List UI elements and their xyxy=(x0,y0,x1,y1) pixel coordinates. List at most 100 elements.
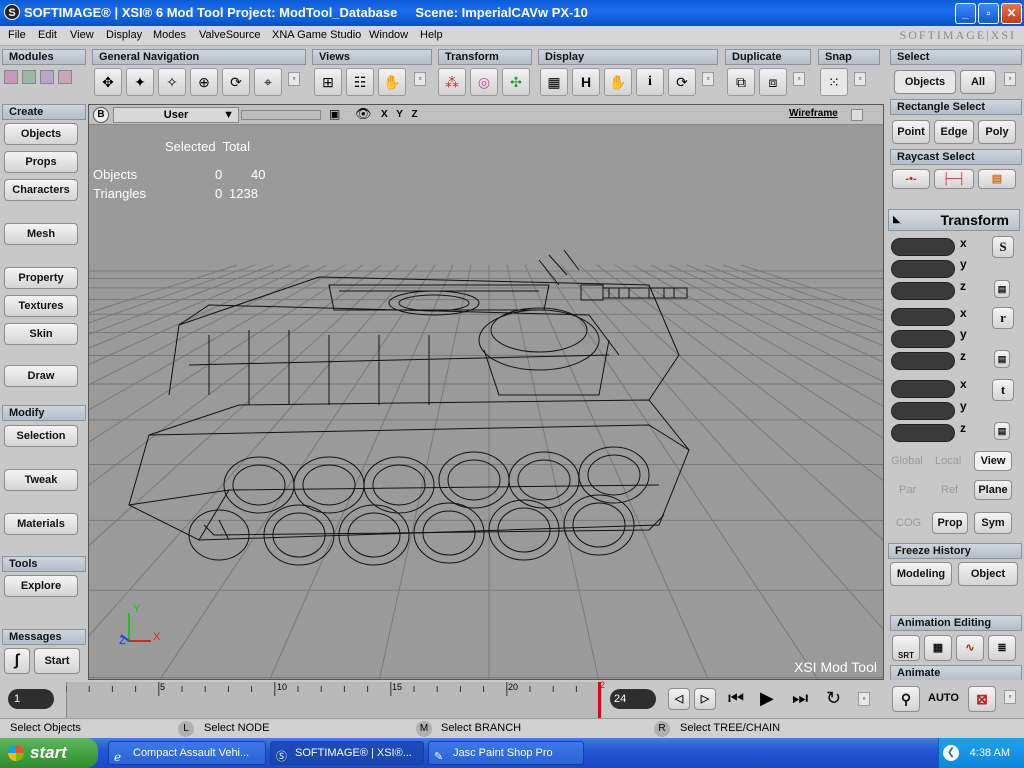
translate-y-field[interactable] xyxy=(891,402,955,420)
transform-rotate-icon[interactable]: ◎ xyxy=(470,68,498,96)
hide-icon[interactable]: H xyxy=(572,68,600,96)
menu-xna[interactable]: XNA Game Studio xyxy=(272,29,361,41)
menu-help[interactable]: Help xyxy=(420,29,443,41)
viewport-letter-b-button[interactable]: B xyxy=(93,107,109,123)
orbit-camera-icon[interactable]: ⟳ xyxy=(222,68,250,96)
scale-x-field[interactable] xyxy=(891,238,955,256)
end-frame-field[interactable]: 24 xyxy=(610,689,656,709)
taskbar-item-softimage[interactable]: Ⓢ SOFTIMAGE® | XSI®... xyxy=(270,741,424,765)
viewport-options-strip[interactable] xyxy=(241,110,321,120)
fcurve-editor-icon[interactable]: ∿ xyxy=(956,635,984,661)
script-editor-icon[interactable]: ∫ xyxy=(4,648,30,674)
isolate-icon[interactable]: ✋ xyxy=(604,68,632,96)
select-objects-button[interactable]: Objects xyxy=(894,70,956,94)
modify-tweak-button[interactable]: Tweak xyxy=(4,469,78,491)
minimize-button[interactable]: _ xyxy=(955,3,976,24)
duplicate-multiple-icon[interactable]: ⧈ xyxy=(759,68,787,96)
duplicate-options-icon[interactable]: ▫ xyxy=(793,72,805,86)
start-button[interactable]: start xyxy=(0,738,98,768)
auto-key-button[interactable]: AUTO xyxy=(928,692,959,704)
close-button[interactable]: ✕ xyxy=(1001,3,1022,24)
tray-expand-icon[interactable]: ❮ xyxy=(943,745,959,761)
cog-toggle[interactable]: COG xyxy=(896,517,921,529)
eye-icon[interactable]: 👁 xyxy=(355,106,372,122)
previous-frame-icon[interactable]: ◁ xyxy=(668,688,690,710)
scale-button[interactable]: S xyxy=(992,236,1014,258)
par-toggle[interactable]: Par xyxy=(899,484,916,496)
dopesheet-icon[interactable]: ▦ xyxy=(924,635,952,661)
menu-display[interactable]: Display xyxy=(106,29,142,41)
display-options-icon[interactable]: ▫ xyxy=(702,72,714,86)
rect-poly-button[interactable]: Poly xyxy=(978,120,1016,144)
scale-y-field[interactable] xyxy=(891,260,955,278)
raycast-edge-icon[interactable]: ├─┤ xyxy=(934,169,974,189)
create-draw-button[interactable]: Draw xyxy=(4,365,78,387)
schematic-view-icon[interactable]: ⊞ xyxy=(314,68,342,96)
refresh-display-icon[interactable]: ⟳ xyxy=(668,68,696,96)
ref-toggle[interactable]: Ref xyxy=(941,484,958,496)
menu-valvesource[interactable]: ValveSource xyxy=(199,29,261,41)
raycast-poly-icon[interactable]: ▤ xyxy=(978,169,1016,189)
playback-options-icon[interactable]: ▫ xyxy=(858,692,870,706)
create-textures-button[interactable]: Textures xyxy=(4,295,78,317)
create-property-button[interactable]: Property xyxy=(4,267,78,289)
transform-translate-icon[interactable]: ✣ xyxy=(502,68,530,96)
create-objects-button[interactable]: Objects xyxy=(4,123,78,145)
create-characters-button[interactable]: Characters xyxy=(4,179,78,201)
modify-selection-button[interactable]: Selection xyxy=(4,425,78,447)
keyframe-icon[interactable]: ⚲ xyxy=(892,686,920,712)
menu-view[interactable]: View xyxy=(70,29,94,41)
nav-options-icon[interactable]: ▫ xyxy=(288,72,300,86)
snap-options-icon[interactable]: ▫ xyxy=(854,72,866,86)
last-frame-icon[interactable]: ⏭ xyxy=(792,688,808,709)
frame-camera-icon[interactable]: ⌖ xyxy=(254,68,282,96)
module-chip-2[interactable] xyxy=(22,70,36,84)
duplicate-icon[interactable]: ⧉ xyxy=(727,68,755,96)
module-chip-1[interactable] xyxy=(4,70,18,84)
local-toggle[interactable]: Local xyxy=(935,455,961,467)
create-mesh-button[interactable]: Mesh xyxy=(4,223,78,245)
srt-button[interactable]: SRT xyxy=(892,635,920,661)
scale-lock-icon[interactable]: ▤ xyxy=(994,280,1010,298)
menu-edit[interactable]: Edit xyxy=(38,29,57,41)
menu-file[interactable]: File xyxy=(8,29,26,41)
track-camera-icon[interactable]: ✦ xyxy=(126,68,154,96)
axis-xyz-label[interactable]: X Y Z xyxy=(381,109,421,120)
first-frame-icon[interactable]: ⏮ xyxy=(728,688,744,709)
loop-icon[interactable]: ↻ xyxy=(826,688,841,709)
animate-options-icon[interactable]: ▫ xyxy=(1004,690,1016,704)
rotate-z-field[interactable] xyxy=(891,352,955,370)
maximize-viewport-icon[interactable] xyxy=(851,109,863,121)
view-toggle-button[interactable]: View xyxy=(974,451,1012,471)
scale-z-field[interactable] xyxy=(891,282,955,300)
freeze-object-button[interactable]: Object xyxy=(958,562,1018,586)
collapse-triangle-icon[interactable]: ◣ xyxy=(893,214,901,225)
next-frame-icon[interactable]: ▷ xyxy=(694,688,716,710)
display-mode-selector[interactable]: Wireframe xyxy=(789,108,838,119)
module-chip-4[interactable] xyxy=(58,70,72,84)
prop-button[interactable]: Prop xyxy=(932,512,968,534)
translate-x-field[interactable] xyxy=(891,380,955,398)
create-props-button[interactable]: Props xyxy=(4,151,78,173)
rotate-lock-icon[interactable]: ▤ xyxy=(994,350,1010,368)
rotate-button[interactable]: r xyxy=(992,307,1014,329)
menu-window[interactable]: Window xyxy=(369,29,408,41)
taskbar-item-paintshop[interactable]: ✎ Jasc Paint Shop Pro xyxy=(428,741,584,765)
global-toggle[interactable]: Global xyxy=(891,455,923,467)
messages-start-button[interactable]: Start xyxy=(34,648,80,674)
layers-icon[interactable]: ≣ xyxy=(988,635,1016,661)
rect-point-button[interactable]: Point xyxy=(892,120,930,144)
remove-key-icon[interactable]: ⊠ xyxy=(968,686,996,712)
modify-materials-button[interactable]: Materials xyxy=(4,513,78,535)
translate-button[interactable]: t xyxy=(992,379,1014,401)
camera-selector[interactable]: User ▼ xyxy=(113,107,239,123)
camera-icon[interactable]: ▣ xyxy=(329,107,340,121)
create-skin-button[interactable]: Skin xyxy=(4,323,78,345)
zoom-camera-icon[interactable]: ⊕ xyxy=(190,68,218,96)
translate-lock-icon[interactable]: ▤ xyxy=(994,422,1010,440)
freeze-modeling-button[interactable]: Modeling xyxy=(890,562,952,586)
transform-scale-icon[interactable]: ⁂ xyxy=(438,68,466,96)
rotate-x-field[interactable] xyxy=(891,308,955,326)
explorer-view-icon[interactable]: ☷ xyxy=(346,68,374,96)
hand-view-icon[interactable]: ✋ xyxy=(378,68,406,96)
